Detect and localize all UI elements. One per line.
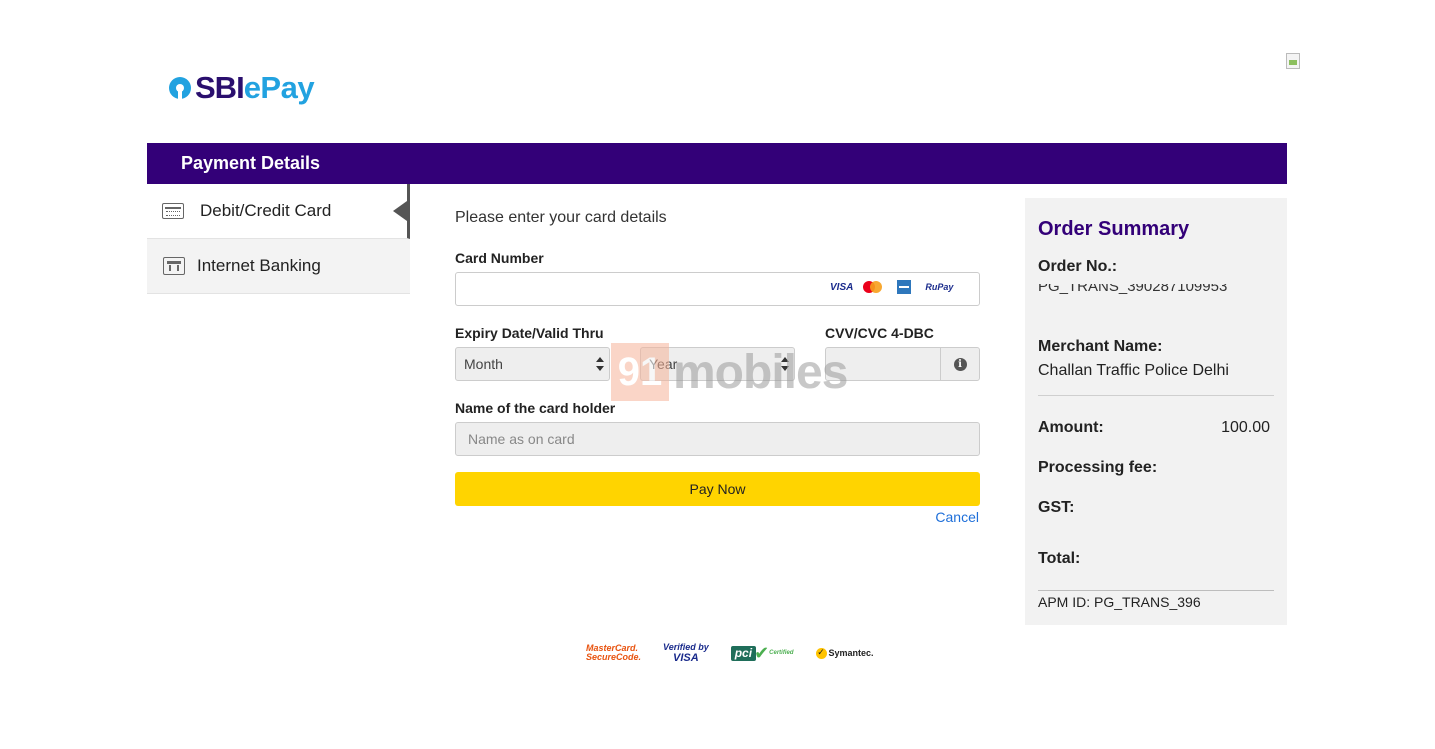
badge-text: Certified bbox=[769, 649, 794, 656]
logo-sbi-text: SBI bbox=[195, 70, 245, 105]
badge-text: pci bbox=[730, 645, 757, 661]
month-select-value: Month bbox=[464, 356, 503, 372]
card-brand-logos: VISA RuPay bbox=[830, 280, 953, 294]
visa-logo-icon: VISA bbox=[830, 281, 854, 293]
sbiepay-logo: SBI ePay bbox=[169, 68, 315, 108]
badge-text: Symantec. bbox=[828, 647, 874, 658]
badge-text: SecureCode. bbox=[586, 652, 642, 662]
amount-value: 100.00 bbox=[1221, 419, 1270, 436]
card-holder-name-input[interactable]: Name as on card bbox=[455, 422, 980, 456]
expiry-date-label: Expiry Date/Valid Thru bbox=[455, 325, 604, 341]
security-badges: MasterCard. SecureCode. Verified by VISA… bbox=[586, 640, 896, 666]
apm-id: APM ID: PG_TRANS_396 bbox=[1038, 594, 1201, 610]
summary-divider bbox=[1038, 590, 1274, 591]
info-icon: i bbox=[953, 357, 967, 371]
total-label: Total: bbox=[1038, 550, 1081, 567]
page-title: Payment Details bbox=[181, 153, 321, 173]
card-holder-label: Name of the card holder bbox=[455, 400, 616, 416]
nav-item-internet-banking[interactable]: Internet Banking bbox=[147, 239, 410, 294]
amount-label: Amount: bbox=[1038, 419, 1104, 436]
symantec-check-icon: ✓ bbox=[815, 647, 827, 659]
cvv-info-button[interactable]: i bbox=[940, 348, 979, 380]
order-number-text: PG_TRANS_390287109953 bbox=[1038, 284, 1228, 295]
card-number-label: Card Number bbox=[455, 250, 544, 266]
merchant-name-value: Challan Traffic Police Delhi bbox=[1038, 362, 1229, 379]
symantec-badge: ✓ Symantec. bbox=[815, 647, 874, 659]
amex-logo-icon bbox=[897, 280, 912, 294]
active-indicator-arrow-icon bbox=[393, 201, 407, 221]
select-updown-icon bbox=[596, 357, 604, 371]
summary-divider bbox=[1038, 395, 1274, 396]
checkmark-icon: ✔ bbox=[754, 642, 770, 664]
order-summary-title: Order Summary bbox=[1038, 218, 1190, 240]
cancel-link[interactable]: Cancel bbox=[900, 509, 979, 525]
credit-card-icon bbox=[162, 203, 184, 219]
rupay-logo-icon: RuPay bbox=[925, 282, 954, 292]
merchant-name-label: Merchant Name: bbox=[1038, 338, 1163, 355]
cvv-input[interactable]: i bbox=[825, 347, 980, 381]
mastercard-logo-icon bbox=[863, 281, 883, 293]
verified-by-visa-badge: Verified by VISA bbox=[663, 641, 709, 664]
bank-icon bbox=[163, 257, 185, 275]
gst-label: GST: bbox=[1038, 499, 1075, 516]
logo-epay-text: ePay bbox=[243, 70, 315, 105]
badge-text: VISA bbox=[673, 651, 699, 664]
watermark: 91 mobiles bbox=[611, 343, 848, 401]
processing-fee-label: Processing fee: bbox=[1038, 459, 1158, 476]
sbi-logo-icon bbox=[169, 77, 191, 99]
nav-item-label: Internet Banking bbox=[197, 256, 321, 275]
order-number-label: Order No.: bbox=[1038, 258, 1118, 275]
pay-now-button[interactable]: Pay Now bbox=[455, 472, 980, 506]
watermark-box: 91 bbox=[611, 343, 669, 401]
cvv-label: CVV/CVC 4-DBC bbox=[825, 325, 934, 341]
pci-certified-badge: pci ✔ Certified bbox=[730, 642, 794, 664]
expiry-month-select[interactable]: Month bbox=[455, 347, 610, 381]
broken-image-icon bbox=[1286, 53, 1300, 69]
nav-item-debit-credit-card[interactable]: Debit/Credit Card bbox=[147, 184, 410, 239]
payment-method-nav: Debit/Credit Card Internet Banking bbox=[147, 184, 410, 294]
watermark-text: mobiles bbox=[673, 345, 848, 399]
form-instructions: Please enter your card details bbox=[455, 209, 667, 226]
order-number-value: PG_TRANS_390287109953 bbox=[1038, 284, 1274, 297]
mastercard-securecode-badge: MasterCard. SecureCode. bbox=[586, 644, 641, 662]
badge-text: Verified by bbox=[663, 641, 709, 652]
nav-item-label: Debit/Credit Card bbox=[200, 201, 332, 220]
